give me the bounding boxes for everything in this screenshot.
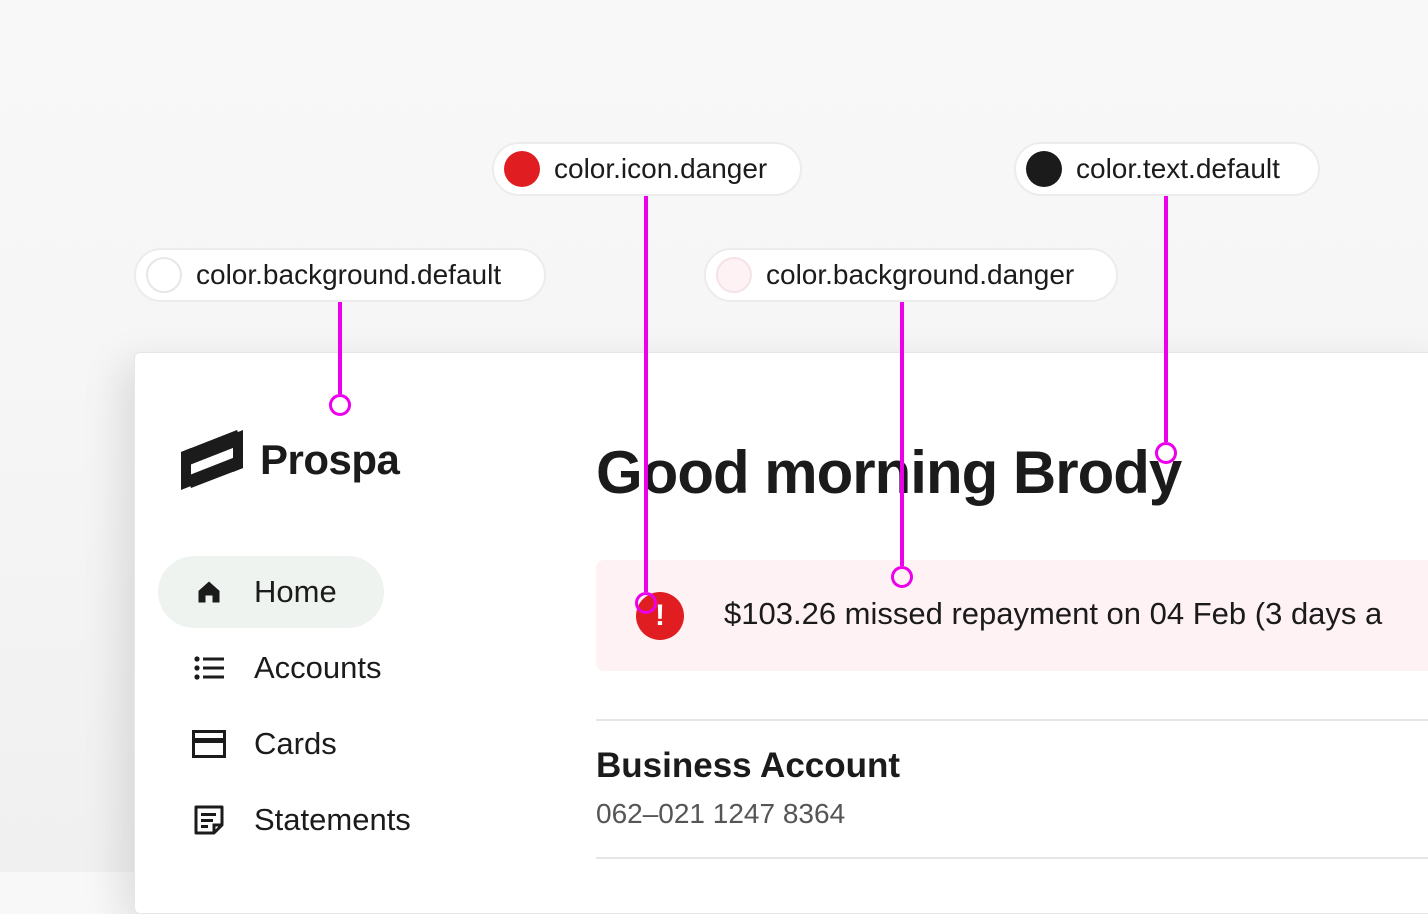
annotation-label-background-danger: color.background.danger [704,248,1118,302]
statement-icon [192,803,226,837]
missed-repayment-alert[interactable]: ! $103.26 missed repayment on 04 Feb (3 … [596,560,1428,671]
prospa-logo-icon [181,430,243,490]
alert-message: $103.26 missed repayment on 04 Feb (3 da… [724,596,1383,631]
annotation-line [900,302,904,566]
annotation-text: color.icon.danger [554,153,768,184]
sidebar-item-label: Statements [254,802,411,837]
annotation-line [338,302,342,394]
annotation-text: color.background.default [196,259,502,290]
brand-logo[interactable]: Prospa [181,430,400,490]
sidebar-item-label: Accounts [254,650,382,685]
annotation-line [1164,196,1168,442]
sidebar-item-cards[interactable]: Cards [158,708,458,780]
account-name[interactable]: Business Account [596,746,900,786]
sidebar-item-accounts[interactable]: Accounts [158,632,458,704]
color-swatch [1026,151,1062,187]
home-icon [192,575,226,609]
color-swatch [504,151,540,187]
divider [596,719,1428,721]
annotation-label-background-default: color.background.default [134,248,546,302]
list-icon [192,651,226,685]
color-swatch [146,257,182,293]
sidebar-item-label: Cards [254,726,337,761]
account-number: 062–021 1247 8364 [596,798,846,829]
annotation-dot [329,394,351,416]
annotation-label-icon-danger: color.icon.danger [492,142,802,196]
annotation-line [644,196,648,592]
sidebar-item-label: Home [254,574,337,609]
annotation-label-text-default: color.text.default [1014,142,1320,196]
card-icon [192,727,226,761]
annotation-dot [1155,442,1177,464]
color-swatch [716,257,752,293]
annotation-text: color.text.default [1076,153,1280,184]
brand-name: Prospa [260,436,400,483]
page-title: Good morning Brody [596,439,1182,506]
annotation-dot [635,592,657,614]
sidebar-item-home[interactable]: Home [158,556,384,628]
divider [596,857,1428,859]
annotation-dot [891,566,913,588]
sidebar-item-statements[interactable]: Statements [158,784,458,856]
annotation-text: color.background.danger [766,259,1075,290]
